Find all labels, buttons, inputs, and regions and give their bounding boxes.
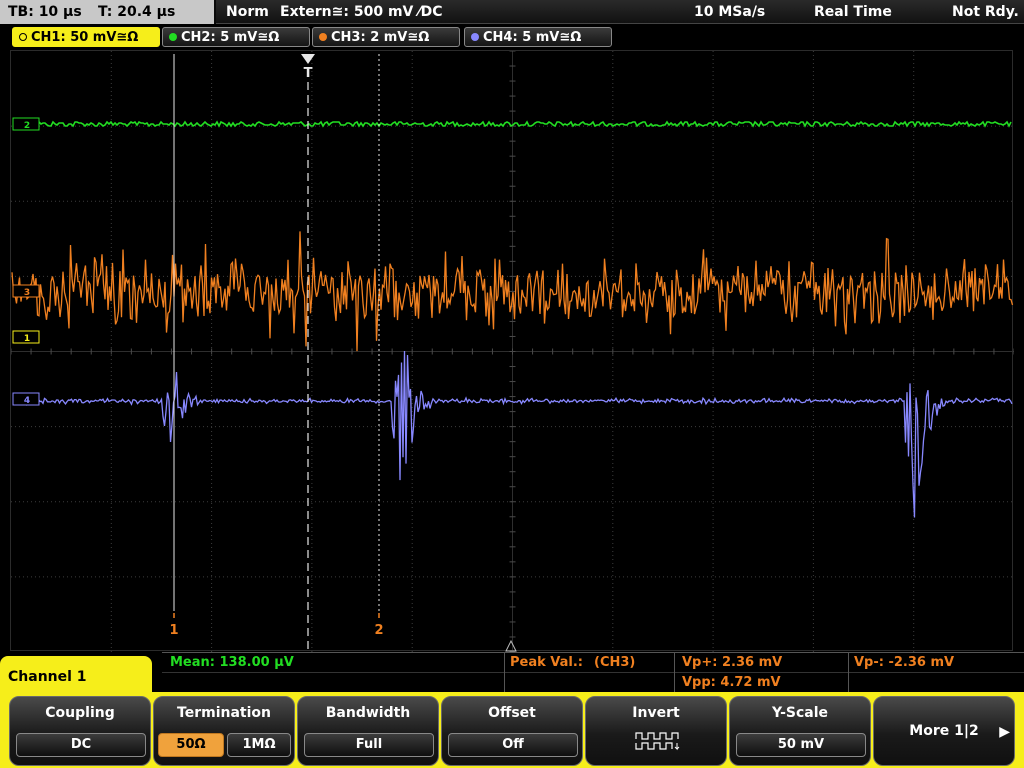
termination-50ohm-button[interactable]: 50Ω bbox=[158, 733, 224, 757]
measurement-peak-title: Peak Val.: bbox=[510, 655, 584, 670]
ref-marker-ch3-label: 3 bbox=[24, 288, 30, 298]
coupling-softkey[interactable]: Coupling DC bbox=[9, 696, 151, 766]
offset-softkey[interactable]: Offset Off bbox=[441, 696, 583, 766]
trigger-state: Not Rdy. bbox=[952, 4, 1019, 20]
ref-marker-ch3[interactable]: 3 bbox=[12, 284, 40, 298]
tab-ch1[interactable]: CH1: 50 mV≅Ω bbox=[12, 27, 160, 47]
acquisition-type: Real Time bbox=[814, 4, 892, 20]
ch1-indicator-icon bbox=[19, 33, 27, 41]
more-label: More 1|2 bbox=[909, 723, 979, 739]
bandwidth-label: Bandwidth bbox=[325, 705, 411, 721]
termination-1mohm-button[interactable]: 1MΩ bbox=[227, 733, 291, 757]
more-softkey[interactable]: More 1|2 ▶ bbox=[873, 696, 1015, 766]
coupling-value-button[interactable]: DC bbox=[16, 733, 146, 757]
invert-label: Invert bbox=[632, 705, 680, 721]
measurement-peak-source: (CH3) bbox=[594, 655, 636, 670]
tab-ch1-label: CH1: 50 mV≅Ω bbox=[31, 30, 139, 45]
ch2-indicator-icon bbox=[169, 33, 177, 41]
timebase-box[interactable]: TB: 10 µs T: 20.4 µs bbox=[0, 0, 214, 24]
trigger-marker-label: T bbox=[304, 66, 313, 81]
offset-value-button[interactable]: Off bbox=[448, 733, 578, 757]
sample-rate: 10 MSa/s bbox=[694, 4, 766, 20]
cursor-2-label[interactable]: 2 bbox=[374, 623, 383, 638]
channel-tabs: CH1: 50 mV≅Ω CH2: 5 mV≅Ω CH3: 2 mV≅Ω CH4… bbox=[0, 26, 1024, 48]
trigger-time-value: T: 20.4 µs bbox=[98, 4, 176, 20]
ref-marker-ch1[interactable]: 1 bbox=[12, 330, 40, 344]
tab-ch3[interactable]: CH3: 2 mV≅Ω bbox=[312, 27, 460, 47]
yscale-softkey[interactable]: Y-Scale 50 mV bbox=[729, 696, 871, 766]
ch3-indicator-icon bbox=[319, 33, 327, 41]
bandwidth-value-button[interactable]: Full bbox=[304, 733, 434, 757]
tab-ch4[interactable]: CH4: 5 mV≅Ω bbox=[464, 27, 612, 47]
measurement-mean: Mean: 138.00 µV bbox=[170, 655, 294, 670]
measurement-divider-1 bbox=[504, 653, 505, 693]
ref-marker-ch4-label: 4 bbox=[24, 396, 30, 406]
ch4-indicator-icon bbox=[471, 33, 479, 41]
termination-label: Termination bbox=[177, 705, 271, 721]
trigger-arrow-icon bbox=[301, 54, 315, 64]
tab-ch3-label: CH3: 2 mV≅Ω bbox=[331, 30, 430, 45]
measurement-divider-3 bbox=[848, 653, 849, 693]
bandwidth-softkey[interactable]: Bandwidth Full bbox=[297, 696, 439, 766]
tab-ch2[interactable]: CH2: 5 mV≅Ω bbox=[162, 27, 310, 47]
waveform-canvas: T 1 2 2 3 1 4 bbox=[11, 51, 1014, 652]
measurement-vpp: Vpp: 4.72 mV bbox=[682, 675, 781, 690]
measurement-vp-plus: Vp+: 2.36 mV bbox=[682, 655, 783, 670]
termination-softkey[interactable]: Termination 50Ω 1MΩ bbox=[153, 696, 295, 766]
yscale-label: Y-Scale bbox=[771, 705, 828, 721]
ref-marker-ch4[interactable]: 4 bbox=[12, 392, 40, 406]
waveform-display[interactable]: T 1 2 2 3 1 4 bbox=[10, 50, 1014, 652]
measurement-vp-minus: Vp-: -2.36 mV bbox=[854, 655, 955, 670]
graticule-grid bbox=[11, 51, 1014, 652]
horizontal-position-marker-icon bbox=[505, 639, 517, 652]
trigger-info-box[interactable]: Norm Extern≅: 500 mV ⁄DC 10 MSa/s Real T… bbox=[216, 0, 1024, 24]
coupling-label: Coupling bbox=[45, 705, 115, 721]
tab-ch4-label: CH4: 5 mV≅Ω bbox=[483, 30, 582, 45]
menu-title: Channel 1 bbox=[8, 669, 87, 685]
status-bar: TB: 10 µs T: 20.4 µs Norm Extern≅: 500 m… bbox=[0, 0, 1024, 24]
measurement-divider-h bbox=[162, 672, 1024, 673]
measurement-panel: Mean: 138.00 µV Peak Val.: (CH3) Vp+: 2.… bbox=[162, 652, 1024, 693]
arrow-right-icon: ▶ bbox=[999, 724, 1010, 740]
yscale-value-button[interactable]: 50 mV bbox=[736, 733, 866, 757]
ref-marker-ch2-label: 2 bbox=[24, 121, 30, 131]
invert-waveform-icon bbox=[635, 732, 680, 751]
offset-label: Offset bbox=[488, 705, 536, 721]
cursor-1-label[interactable]: 1 bbox=[169, 623, 178, 638]
trigger-source: Extern≅: 500 mV ⁄DC bbox=[280, 4, 443, 20]
measurement-divider-2 bbox=[674, 653, 675, 693]
invert-softkey[interactable]: Invert bbox=[585, 696, 727, 766]
acquisition-mode: Norm bbox=[226, 4, 269, 20]
timebase-value: TB: 10 µs bbox=[8, 4, 82, 20]
tab-ch2-label: CH2: 5 mV≅Ω bbox=[181, 30, 280, 45]
ref-marker-ch1-label: 1 bbox=[24, 334, 30, 344]
ref-marker-ch2[interactable]: 2 bbox=[12, 117, 40, 131]
